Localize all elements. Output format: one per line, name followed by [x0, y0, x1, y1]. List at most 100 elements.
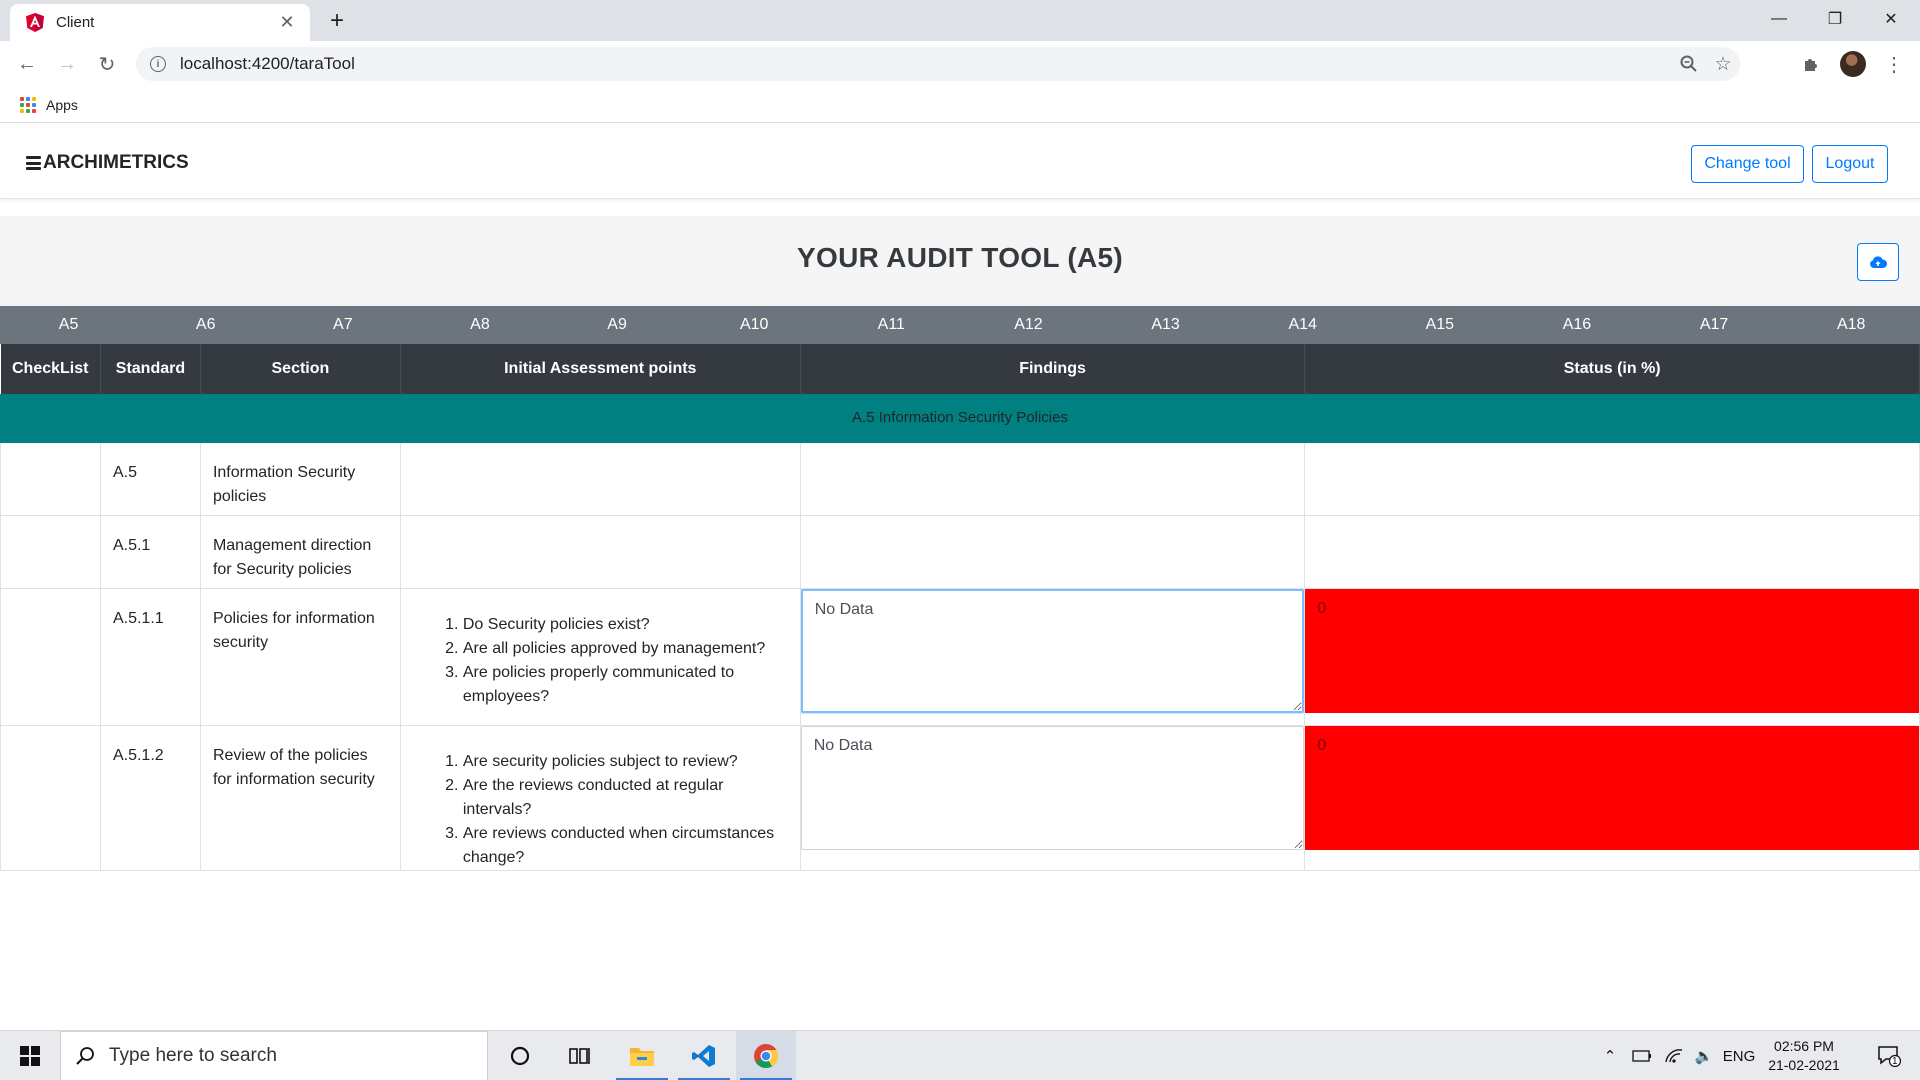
task-view-icon[interactable] [550, 1031, 610, 1080]
assessment-point: Are reviews conducted when circumstances… [463, 822, 788, 870]
section-tab-a13[interactable]: A13 [1097, 306, 1234, 344]
page-title: YOUR AUDIT TOOL (A5) [797, 242, 1123, 273]
findings-textarea[interactable] [800, 725, 1305, 850]
taskbar-search[interactable]: Type here to search [60, 1031, 488, 1080]
section-tab-a16[interactable]: A16 [1508, 306, 1645, 344]
wifi-icon[interactable] [1660, 1031, 1688, 1080]
table-row: A.5.1 Management direction for Security … [0, 514, 1920, 589]
windows-icon [20, 1046, 40, 1066]
findings-textarea[interactable] [800, 588, 1305, 713]
header-standard: Standard [100, 344, 201, 394]
volume-icon[interactable]: 🔈 [1690, 1031, 1718, 1080]
angular-icon [26, 13, 44, 32]
minimize-icon[interactable]: — [1750, 0, 1808, 37]
points-cell [399, 441, 801, 516]
checklist-cell [0, 514, 101, 589]
assessment-list: Are security policies subject to review?… [463, 744, 788, 870]
section-tab-a18[interactable]: A18 [1783, 306, 1920, 344]
brand[interactable]: ARCHIMETRICS [26, 152, 189, 174]
url-text[interactable]: localhost:4200/taraTool [180, 54, 1672, 74]
zoom-icon[interactable] [1672, 47, 1706, 81]
browser-toolbar: ← → ↻ i localhost:4200/taraTool ☆ [0, 41, 1920, 87]
group-title: A.5 Information Security Policies [0, 393, 1920, 443]
section-tab-a5[interactable]: A5 [0, 306, 137, 344]
file-explorer-icon[interactable] [612, 1031, 672, 1080]
checklist-cell [0, 724, 101, 871]
status-input[interactable]: 0 [1305, 725, 1919, 850]
cloud-upload-button[interactable] [1857, 243, 1899, 281]
close-window-icon[interactable]: ✕ [1862, 0, 1920, 37]
bookmark-star-icon[interactable]: ☆ [1706, 47, 1740, 81]
status-cell: 0 [1304, 724, 1920, 871]
group-row: A.5 Information Security Policies [0, 393, 1920, 443]
section-tabs: A5 A6 A7 A8 A9 A10 A11 A12 A13 A14 A15 A16 A17 A18 [0, 306, 1920, 344]
status-cell: 0 [1304, 587, 1920, 726]
back-icon[interactable]: ← [10, 47, 44, 81]
status-cell [1304, 514, 1920, 589]
status-input[interactable]: 0 [1305, 588, 1919, 713]
start-button[interactable] [0, 1031, 60, 1080]
battery-icon[interactable] [1628, 1031, 1656, 1080]
section-tab-a17[interactable]: A17 [1646, 306, 1783, 344]
standard-cell: A.5.1 [99, 514, 201, 589]
status-cell [1304, 441, 1920, 516]
address-bar[interactable]: i localhost:4200/taraTool ☆ [136, 47, 1740, 81]
restore-icon[interactable]: ❐ [1806, 0, 1864, 37]
section-cell: Review of the policies for information s… [199, 724, 401, 871]
language-indicator[interactable]: ENG [1722, 1031, 1756, 1080]
vscode-icon[interactable] [674, 1031, 734, 1080]
browser-tab[interactable]: Client ✕ [10, 4, 310, 41]
search-icon [76, 1047, 94, 1065]
hamburger-icon[interactable] [26, 156, 41, 170]
chrome-menu-icon[interactable]: ⋮ [1877, 47, 1911, 81]
assessment-point: Do Security policies exist? [463, 613, 788, 637]
section-tab-a6[interactable]: A6 [137, 306, 274, 344]
assessment-list: Do Security policies exist? Are all poli… [463, 607, 788, 709]
title-banner: YOUR AUDIT TOOL (A5) [0, 216, 1920, 306]
apps-grid-icon[interactable] [20, 96, 36, 113]
bookmarks-bar: Apps [0, 87, 1920, 123]
checklist-cell [0, 587, 101, 726]
section-tab-a12[interactable]: A12 [960, 306, 1097, 344]
section-cell: Information Security policies [199, 441, 401, 516]
close-tab-icon[interactable]: ✕ [274, 10, 300, 36]
app-navbar: ARCHIMETRICS Change tool Logout [0, 128, 1920, 199]
section-cell: Management direction for Security polici… [199, 514, 401, 589]
apps-bookmark[interactable]: Apps [46, 97, 78, 113]
header-assessment-points: Initial Assessment points [400, 344, 801, 394]
notification-count: 1 [1892, 1056, 1898, 1067]
header-section: Section [200, 344, 401, 394]
section-tab-a15[interactable]: A15 [1371, 306, 1508, 344]
new-tab-icon[interactable]: + [322, 6, 352, 36]
cortana-icon[interactable] [490, 1031, 550, 1080]
section-cell: Policies for information security [199, 587, 401, 726]
section-tab-a11[interactable]: A11 [823, 306, 960, 344]
cloud-icon [1870, 256, 1887, 268]
search-placeholder: Type here to search [109, 1045, 277, 1066]
table-row: A.5 Information Security policies [0, 441, 1920, 516]
findings-cell [799, 724, 1306, 871]
standard-cell: A.5.1.1 [99, 587, 201, 726]
browser-tabstrip: Client ✕ + — ❐ ✕ [0, 0, 1920, 41]
section-tab-a9[interactable]: A9 [549, 306, 686, 344]
section-tab-a7[interactable]: A7 [274, 306, 411, 344]
brand-name: ARCHIMETRICS [43, 152, 189, 173]
reload-icon[interactable]: ↻ [90, 47, 124, 81]
info-icon[interactable]: i [150, 56, 166, 72]
forward-icon[interactable]: → [50, 47, 84, 81]
section-tab-a14[interactable]: A14 [1234, 306, 1371, 344]
standard-cell: A.5 [99, 441, 201, 516]
section-tab-a8[interactable]: A8 [411, 306, 548, 344]
extensions-icon[interactable] [1794, 47, 1828, 81]
clock-time: 02:56 PM [1774, 1038, 1834, 1054]
logout-button[interactable]: Logout [1812, 145, 1888, 183]
change-tool-button[interactable]: Change tool [1691, 145, 1804, 183]
tray-chevron-icon[interactable]: ⌃ [1598, 1031, 1622, 1080]
points-cell: Are security policies subject to review?… [399, 724, 801, 871]
taskbar-clock[interactable]: 02:56 PM 21-02-2021 [1760, 1037, 1848, 1075]
chrome-icon[interactable] [736, 1031, 796, 1080]
notifications-icon[interactable]: 1 [1866, 1031, 1912, 1080]
section-tab-a10[interactable]: A10 [686, 306, 823, 344]
header-status: Status (in %) [1304, 344, 1920, 394]
profile-avatar[interactable] [1840, 51, 1866, 77]
